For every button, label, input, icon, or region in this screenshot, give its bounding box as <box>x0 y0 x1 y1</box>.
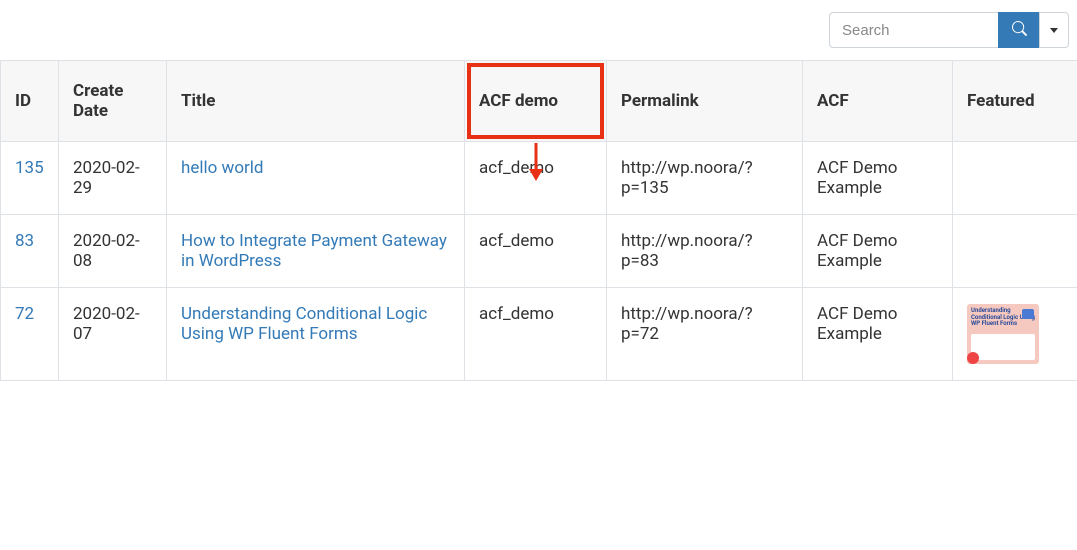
table-row: 135 2020-02-29 hello world acf_demohttp://w… <box>1 142 1077 215</box>
cell-acfdemo: acf_demo <box>465 142 607 215</box>
cell-featured <box>953 215 1077 288</box>
dropdown-button[interactable] <box>1039 12 1069 48</box>
col-header-date[interactable]: Create Date <box>59 61 167 142</box>
id-link[interactable]: 135 <box>15 158 44 178</box>
cell-date: 2020-02-08 <box>59 215 167 288</box>
featured-thumbnail[interactable]: Understanding Conditional Logic Using WP… <box>967 304 1039 364</box>
cell-featured: Understanding Conditional Logic Using WP… <box>953 288 1077 381</box>
col-header-acfdemo-label: ACF demo <box>479 91 558 111</box>
search-input[interactable] <box>829 12 999 48</box>
cell-title: Understanding Conditional Logic Using WP… <box>167 288 465 381</box>
cell-permalink: http://wp.noora/?p=83 <box>607 215 803 288</box>
cell-acf: ACF Demo Example <box>803 288 953 381</box>
table-row: 72 2020-02-07 Understanding Conditional Lo… <box>1 288 1077 381</box>
cell-permalink: http://wp.noora/?p=135 <box>607 142 803 215</box>
cell-featured <box>953 142 1077 215</box>
search-icon <box>1012 21 1027 39</box>
col-header-permalink[interactable]: Permalink <box>607 61 803 142</box>
cell-acf: ACF Demo Example <box>803 142 953 215</box>
cell-date: 2020-02-29 <box>59 142 167 215</box>
toolbar <box>0 0 1077 60</box>
cell-permalink: http://wp.noora/?p=72 <box>607 288 803 381</box>
title-link[interactable]: Understanding Conditional Logic Using WP… <box>181 304 427 344</box>
title-link[interactable]: How to Integrate Payment Gateway in Word… <box>181 231 447 271</box>
cell-date: 2020-02-07 <box>59 288 167 381</box>
cell-id: 135 <box>1 142 59 215</box>
table-header-row: ID Create Date Title ACF demo Permalink … <box>1 61 1077 142</box>
data-table: ID Create Date Title ACF demo Permalink … <box>0 60 1077 381</box>
id-link[interactable]: 83 <box>15 231 34 251</box>
search-button[interactable] <box>998 12 1040 48</box>
cell-title: How to Integrate Payment Gateway in Word… <box>167 215 465 288</box>
caret-down-icon <box>1050 28 1058 33</box>
cell-title: hello world <box>167 142 465 215</box>
title-link[interactable]: hello world <box>181 158 264 178</box>
col-header-title[interactable]: Title <box>167 61 465 142</box>
col-header-id[interactable]: ID <box>1 61 59 142</box>
cell-id: 83 <box>1 215 59 288</box>
cell-id: 72 <box>1 288 59 381</box>
col-header-acf[interactable]: ACF <box>803 61 953 142</box>
col-header-acfdemo[interactable]: ACF demo <box>465 61 607 142</box>
cell-acfdemo: acf_demo <box>465 288 607 381</box>
col-header-featured[interactable]: Featured <box>953 61 1077 142</box>
table-row: 83 2020-02-08 How to Integrate Payment Gat… <box>1 215 1077 288</box>
cell-acf: ACF Demo Example <box>803 215 953 288</box>
id-link[interactable]: 72 <box>15 304 34 324</box>
cell-acfdemo: acf_demo <box>465 215 607 288</box>
